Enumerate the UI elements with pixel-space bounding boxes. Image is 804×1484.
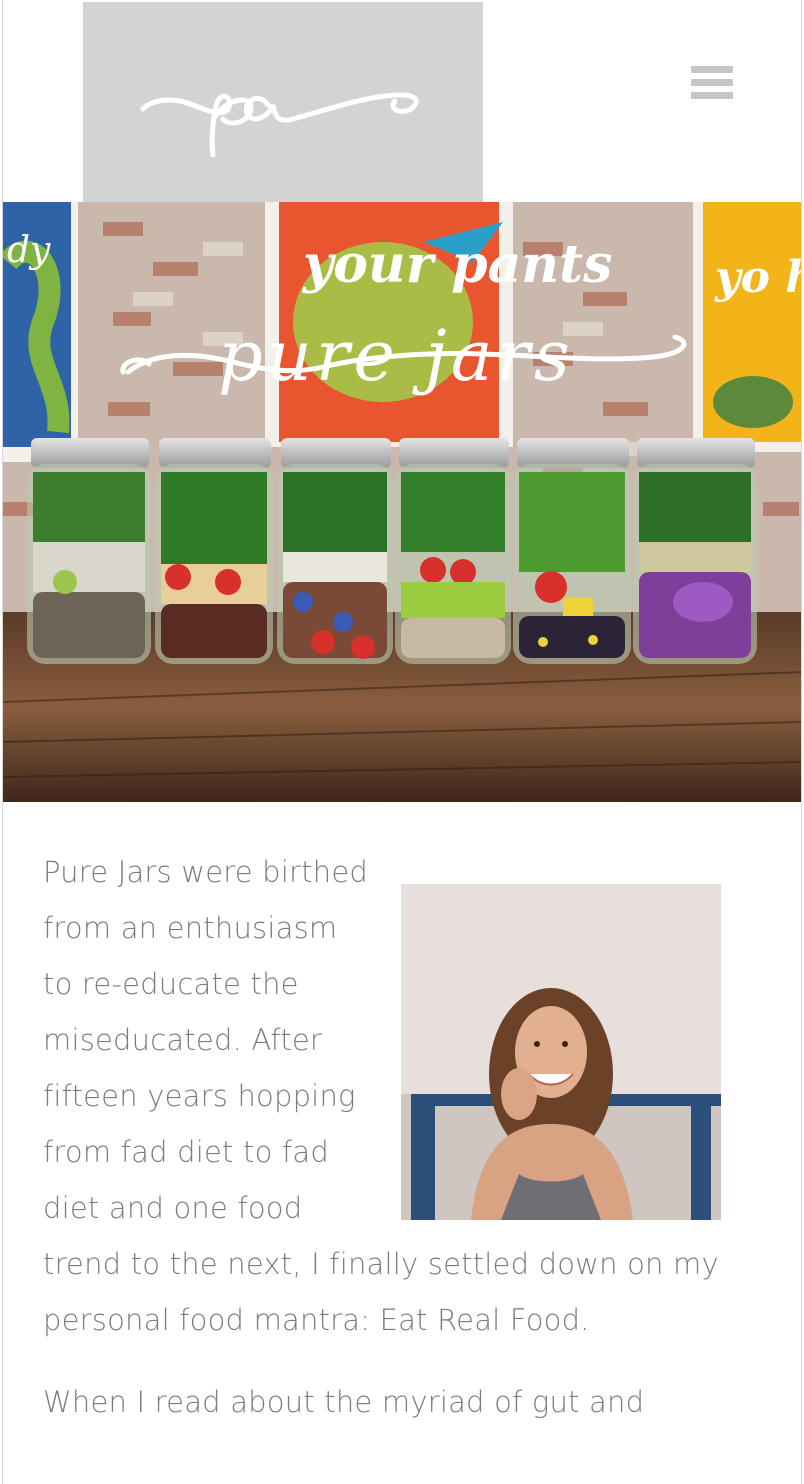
hamburger-menu-button[interactable]	[691, 66, 735, 106]
second-paragraph: When I read about the myriad of gut and	[43, 1385, 645, 1419]
hamburger-icon-bar	[691, 79, 733, 86]
founder-portrait	[401, 884, 721, 1220]
site-logo[interactable]: pa	[83, 2, 483, 202]
svg-text:pure jars: pure jars	[218, 315, 574, 397]
hamburger-icon-bar	[691, 66, 733, 73]
hero-banner: dy your pants yo ho	[3, 202, 801, 802]
hamburger-icon-bar	[691, 92, 733, 99]
page-frame: pa	[2, 0, 802, 1484]
svg-text:your pants: your pants	[302, 234, 612, 295]
hero-image-jars: dy your pants yo ho	[3, 202, 801, 802]
article-body: Pure Jars were birthed from an enthusias…	[3, 802, 801, 1430]
portrait-image	[401, 884, 721, 1220]
logo-script-icon: pa	[140, 92, 419, 157]
svg-text:yo ho: yo ho	[714, 252, 801, 303]
site-header: pa	[3, 0, 801, 202]
svg-text:dy: dy	[7, 230, 51, 271]
